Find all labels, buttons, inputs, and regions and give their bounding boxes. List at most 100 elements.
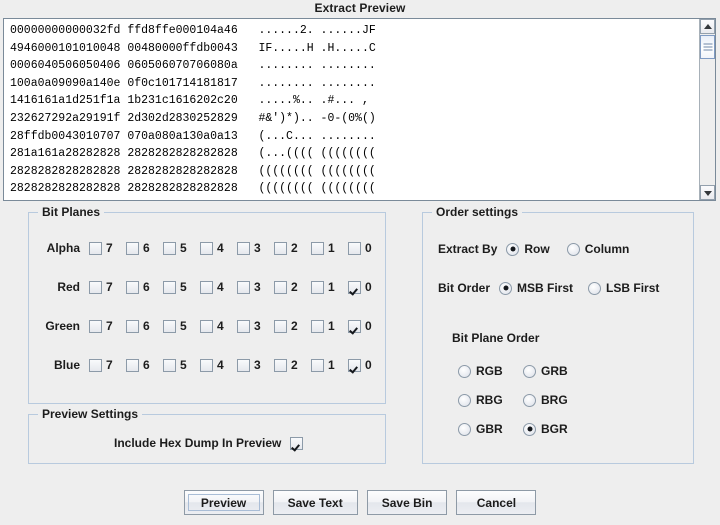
checkbox-red-1[interactable] (311, 280, 324, 294)
bit-plane-cell-blue-7[interactable]: 7 (89, 358, 126, 372)
bit-plane-cell-alpha-1[interactable]: 1 (311, 241, 348, 255)
radio-bit-plane-order-brg[interactable]: BRG (523, 393, 568, 407)
checkbox-include-hex-dump[interactable] (290, 436, 304, 450)
checkbox-blue-5[interactable] (163, 358, 176, 372)
bit-plane-cell-green-5[interactable]: 5 (163, 319, 200, 333)
bit-plane-cell-red-7[interactable]: 7 (89, 280, 126, 294)
bit-plane-cell-alpha-4[interactable]: 4 (200, 241, 237, 255)
radio-indicator (506, 242, 520, 256)
radio-bit-order-lsb-first[interactable]: LSB First (588, 281, 659, 295)
bit-plane-cell-green-2[interactable]: 2 (274, 319, 311, 333)
checkbox-green-7[interactable] (89, 319, 102, 333)
bit-plane-cell-green-6[interactable]: 6 (126, 319, 163, 333)
checkbox-red-0[interactable] (348, 280, 361, 294)
radio-label: RGB (476, 364, 503, 378)
checkbox-alpha-0[interactable] (348, 241, 361, 255)
radio-indicator (523, 422, 536, 436)
bit-number-label: 3 (254, 358, 261, 372)
checkbox-alpha-6[interactable] (126, 241, 139, 255)
radio-bit-plane-order-bgr[interactable]: BGR (523, 422, 568, 436)
bit-plane-cell-green-3[interactable]: 3 (237, 319, 274, 333)
bit-plane-cell-green-4[interactable]: 4 (200, 319, 237, 333)
bit-plane-cell-alpha-5[interactable]: 5 (163, 241, 200, 255)
radio-extract-by-column[interactable]: Column (566, 242, 629, 256)
radio-bit-plane-order-gbr[interactable]: GBR (458, 422, 503, 436)
bit-plane-cell-alpha-0[interactable]: 0 (348, 241, 385, 255)
save-bin-button[interactable]: Save Bin (366, 490, 448, 515)
bit-plane-cell-red-0[interactable]: 0 (348, 280, 385, 294)
bit-plane-cell-red-6[interactable]: 6 (126, 280, 163, 294)
checkbox-alpha-7[interactable] (89, 241, 102, 255)
scroll-down-arrow-icon[interactable] (700, 185, 715, 200)
checkbox-red-7[interactable] (89, 280, 102, 294)
bit-plane-cell-blue-1[interactable]: 1 (311, 358, 348, 372)
bit-plane-cell-alpha-2[interactable]: 2 (274, 241, 311, 255)
checkbox-green-3[interactable] (237, 319, 250, 333)
hex-preview-pane[interactable]: 00000000000032fd ffd8ffe000104a46 ......… (3, 18, 716, 201)
bit-number-label: 5 (180, 241, 187, 255)
radio-extract-by-row[interactable]: Row (506, 242, 550, 256)
checkbox-blue-1[interactable] (311, 358, 324, 372)
checkbox-alpha-3[interactable] (237, 241, 250, 255)
checkbox-red-5[interactable] (163, 280, 176, 294)
bit-plane-cell-red-2[interactable]: 2 (274, 280, 311, 294)
save-text-button[interactable]: Save Text (272, 490, 358, 515)
preview-button[interactable]: Preview (183, 490, 264, 515)
radio-indicator (523, 364, 536, 378)
checkbox-blue-6[interactable] (126, 358, 139, 372)
radio-bit-order-msb-first[interactable]: MSB First (499, 281, 573, 295)
preview-vertical-scrollbar[interactable] (699, 19, 715, 200)
checkbox-blue-3[interactable] (237, 358, 250, 372)
checkbox-blue-4[interactable] (200, 358, 213, 372)
bit-plane-cell-blue-5[interactable]: 5 (163, 358, 200, 372)
checkbox-red-2[interactable] (274, 280, 287, 294)
bit-number-label: 3 (254, 280, 261, 294)
scroll-track[interactable] (700, 34, 715, 185)
checkbox-green-5[interactable] (163, 319, 176, 333)
bit-plane-cell-red-5[interactable]: 5 (163, 280, 200, 294)
checkbox-red-4[interactable] (200, 280, 213, 294)
checkbox-alpha-4[interactable] (200, 241, 213, 255)
bit-plane-cell-blue-6[interactable]: 6 (126, 358, 163, 372)
checkbox-green-1[interactable] (311, 319, 324, 333)
checkbox-red-3[interactable] (237, 280, 250, 294)
bit-plane-cell-red-4[interactable]: 4 (200, 280, 237, 294)
bit-plane-row-blue: Blue 7 6 5 4 3 2 1 0 (29, 354, 385, 376)
checkbox-green-6[interactable] (126, 319, 139, 333)
checkbox-green-4[interactable] (200, 319, 213, 333)
radio-label: BRG (541, 393, 568, 407)
checkbox-green-0[interactable] (348, 319, 361, 333)
checkbox-blue-7[interactable] (89, 358, 102, 372)
radio-bit-plane-order-rgb[interactable]: RGB (458, 364, 503, 378)
bit-number-label: 0 (365, 358, 372, 372)
scroll-up-arrow-icon[interactable] (700, 19, 715, 34)
checkbox-alpha-5[interactable] (163, 241, 176, 255)
bit-plane-cell-red-1[interactable]: 1 (311, 280, 348, 294)
include-hex-dump-row[interactable]: Include Hex Dump In Preview (114, 436, 304, 450)
radio-label: RBG (476, 393, 503, 407)
scroll-thumb[interactable] (700, 35, 715, 59)
bit-plane-cell-green-7[interactable]: 7 (89, 319, 126, 333)
bit-plane-cell-blue-3[interactable]: 3 (237, 358, 274, 372)
bit-plane-cell-red-3[interactable]: 3 (237, 280, 274, 294)
bit-plane-cell-blue-2[interactable]: 2 (274, 358, 311, 372)
bit-number-label: 7 (106, 319, 113, 333)
bit-plane-cell-green-1[interactable]: 1 (311, 319, 348, 333)
bit-plane-cell-green-0[interactable]: 0 (348, 319, 385, 333)
checkbox-blue-2[interactable] (274, 358, 287, 372)
bit-plane-cell-blue-4[interactable]: 4 (200, 358, 237, 372)
checkbox-alpha-2[interactable] (274, 241, 287, 255)
bit-plane-cell-blue-0[interactable]: 0 (348, 358, 385, 372)
checkbox-green-2[interactable] (274, 319, 287, 333)
bit-plane-cell-alpha-3[interactable]: 3 (237, 241, 274, 255)
radio-bit-plane-order-rbg[interactable]: RBG (458, 393, 503, 407)
bit-number-label: 6 (143, 358, 150, 372)
bit-plane-cell-alpha-7[interactable]: 7 (89, 241, 126, 255)
bit-plane-cell-alpha-6[interactable]: 6 (126, 241, 163, 255)
radio-bit-plane-order-grb[interactable]: GRB (523, 364, 568, 378)
cancel-button[interactable]: Cancel (456, 490, 537, 515)
checkbox-alpha-1[interactable] (311, 241, 324, 255)
checkbox-blue-0[interactable] (348, 358, 361, 372)
order-settings-title: Order settings (432, 205, 523, 219)
checkbox-red-6[interactable] (126, 280, 139, 294)
